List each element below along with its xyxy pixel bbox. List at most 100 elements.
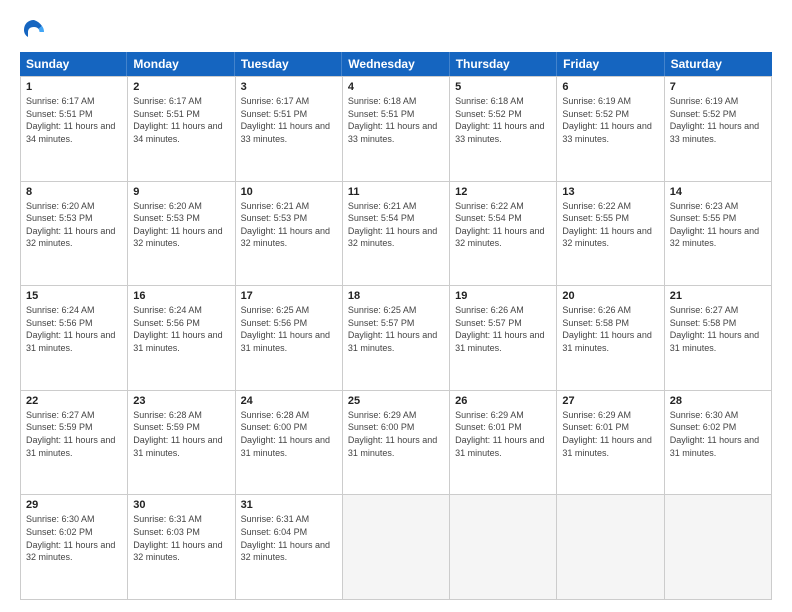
sunrise-time: 6:17 AM xyxy=(276,96,309,106)
sunrise-time: 6:24 AM xyxy=(169,305,202,315)
daylight-label: Daylight: xyxy=(670,435,708,445)
sunset-label: Sunset: xyxy=(133,422,166,432)
daylight-label: Daylight: xyxy=(455,226,493,236)
calendar-cell: 1 Sunrise: 6:17 AM Sunset: 5:51 PM Dayli… xyxy=(21,77,128,181)
daylight-label: Daylight: xyxy=(455,121,493,131)
sunset-label: Sunset: xyxy=(562,213,595,223)
sunset-time: 5:54 PM xyxy=(488,213,522,223)
day-number: 18 xyxy=(348,290,444,302)
day-number: 11 xyxy=(348,186,444,198)
cell-info: Sunrise: 6:28 AM Sunset: 6:00 PM Dayligh… xyxy=(241,409,337,459)
cell-info: Sunrise: 6:22 AM Sunset: 5:55 PM Dayligh… xyxy=(562,200,658,250)
sunrise-time: 6:29 AM xyxy=(383,410,416,420)
sunrise-label: Sunrise: xyxy=(241,410,277,420)
daylight-label: Daylight: xyxy=(562,226,600,236)
sunset-label: Sunset: xyxy=(241,109,274,119)
sunrise-time: 6:18 AM xyxy=(491,96,524,106)
calendar-cell: 9 Sunrise: 6:20 AM Sunset: 5:53 PM Dayli… xyxy=(128,182,235,286)
sunset-time: 5:55 PM xyxy=(595,213,629,223)
cell-info: Sunrise: 6:24 AM Sunset: 5:56 PM Dayligh… xyxy=(133,304,229,354)
header-thursday: Thursday xyxy=(450,52,557,76)
daylight-label: Daylight: xyxy=(26,540,64,550)
cell-info: Sunrise: 6:30 AM Sunset: 6:02 PM Dayligh… xyxy=(26,513,122,563)
sunrise-label: Sunrise: xyxy=(241,305,277,315)
day-number: 8 xyxy=(26,186,122,198)
sunset-label: Sunset: xyxy=(26,422,59,432)
sunrise-time: 6:26 AM xyxy=(598,305,631,315)
sunset-label: Sunset: xyxy=(26,527,59,537)
sunrise-label: Sunrise: xyxy=(455,410,491,420)
calendar-cell: 27 Sunrise: 6:29 AM Sunset: 6:01 PM Dayl… xyxy=(557,391,664,495)
day-number: 13 xyxy=(562,186,658,198)
sunrise-time: 6:28 AM xyxy=(169,410,202,420)
daylight-label: Daylight: xyxy=(26,226,64,236)
sunrise-label: Sunrise: xyxy=(348,305,384,315)
cell-info: Sunrise: 6:29 AM Sunset: 6:00 PM Dayligh… xyxy=(348,409,444,459)
daylight-label: Daylight: xyxy=(670,121,708,131)
calendar-cell xyxy=(665,495,772,599)
calendar-cell: 7 Sunrise: 6:19 AM Sunset: 5:52 PM Dayli… xyxy=(665,77,772,181)
sunset-label: Sunset: xyxy=(348,318,381,328)
sunrise-time: 6:17 AM xyxy=(62,96,95,106)
daylight-label: Daylight: xyxy=(133,435,171,445)
cell-info: Sunrise: 6:17 AM Sunset: 5:51 PM Dayligh… xyxy=(26,95,122,145)
sunrise-label: Sunrise: xyxy=(26,305,62,315)
cell-info: Sunrise: 6:21 AM Sunset: 5:54 PM Dayligh… xyxy=(348,200,444,250)
sunrise-time: 6:24 AM xyxy=(62,305,95,315)
sunset-time: 5:51 PM xyxy=(381,109,415,119)
cell-info: Sunrise: 6:30 AM Sunset: 6:02 PM Dayligh… xyxy=(670,409,766,459)
cell-info: Sunrise: 6:24 AM Sunset: 5:56 PM Dayligh… xyxy=(26,304,122,354)
calendar-cell: 26 Sunrise: 6:29 AM Sunset: 6:01 PM Dayl… xyxy=(450,391,557,495)
sunset-label: Sunset: xyxy=(133,318,166,328)
calendar-cell: 30 Sunrise: 6:31 AM Sunset: 6:03 PM Dayl… xyxy=(128,495,235,599)
sunset-label: Sunset: xyxy=(26,109,59,119)
sunset-time: 6:04 PM xyxy=(274,527,308,537)
calendar-body: 1 Sunrise: 6:17 AM Sunset: 5:51 PM Dayli… xyxy=(20,76,772,600)
day-number: 7 xyxy=(670,81,766,93)
daylight-label: Daylight: xyxy=(670,226,708,236)
sunset-label: Sunset: xyxy=(562,109,595,119)
calendar-cell: 25 Sunrise: 6:29 AM Sunset: 6:00 PM Dayl… xyxy=(343,391,450,495)
daylight-label: Daylight: xyxy=(562,435,600,445)
sunset-label: Sunset: xyxy=(241,318,274,328)
day-number: 6 xyxy=(562,81,658,93)
daylight-label: Daylight: xyxy=(455,330,493,340)
daylight-label: Daylight: xyxy=(26,330,64,340)
daylight-label: Daylight: xyxy=(562,121,600,131)
calendar-cell: 12 Sunrise: 6:22 AM Sunset: 5:54 PM Dayl… xyxy=(450,182,557,286)
sunset-label: Sunset: xyxy=(455,213,488,223)
sunrise-label: Sunrise: xyxy=(670,96,706,106)
sunset-label: Sunset: xyxy=(670,109,703,119)
sunrise-time: 6:28 AM xyxy=(276,410,309,420)
sunset-time: 5:57 PM xyxy=(381,318,415,328)
day-number: 16 xyxy=(133,290,229,302)
sunrise-time: 6:22 AM xyxy=(491,201,524,211)
sunset-time: 5:56 PM xyxy=(274,318,308,328)
sunset-label: Sunset: xyxy=(133,109,166,119)
sunrise-time: 6:18 AM xyxy=(383,96,416,106)
daylight-label: Daylight: xyxy=(241,435,279,445)
cell-info: Sunrise: 6:17 AM Sunset: 5:51 PM Dayligh… xyxy=(241,95,337,145)
sunrise-label: Sunrise: xyxy=(133,96,169,106)
header-saturday: Saturday xyxy=(665,52,772,76)
daylight-label: Daylight: xyxy=(26,121,64,131)
daylight-label: Daylight: xyxy=(133,226,171,236)
calendar-week-3: 15 Sunrise: 6:24 AM Sunset: 5:56 PM Dayl… xyxy=(21,286,772,391)
sunrise-label: Sunrise: xyxy=(562,305,598,315)
sunrise-time: 6:30 AM xyxy=(705,410,738,420)
calendar-cell: 2 Sunrise: 6:17 AM Sunset: 5:51 PM Dayli… xyxy=(128,77,235,181)
day-number: 17 xyxy=(241,290,337,302)
daylight-label: Daylight: xyxy=(241,121,279,131)
sunrise-label: Sunrise: xyxy=(562,96,598,106)
sunrise-time: 6:20 AM xyxy=(169,201,202,211)
calendar-cell xyxy=(450,495,557,599)
cell-info: Sunrise: 6:25 AM Sunset: 5:57 PM Dayligh… xyxy=(348,304,444,354)
cell-info: Sunrise: 6:27 AM Sunset: 5:58 PM Dayligh… xyxy=(670,304,766,354)
calendar-cell: 18 Sunrise: 6:25 AM Sunset: 5:57 PM Dayl… xyxy=(343,286,450,390)
sunrise-time: 6:31 AM xyxy=(276,514,309,524)
header-friday: Friday xyxy=(557,52,664,76)
sunset-time: 5:52 PM xyxy=(703,109,737,119)
calendar-cell: 6 Sunrise: 6:19 AM Sunset: 5:52 PM Dayli… xyxy=(557,77,664,181)
cell-info: Sunrise: 6:19 AM Sunset: 5:52 PM Dayligh… xyxy=(670,95,766,145)
header-monday: Monday xyxy=(127,52,234,76)
